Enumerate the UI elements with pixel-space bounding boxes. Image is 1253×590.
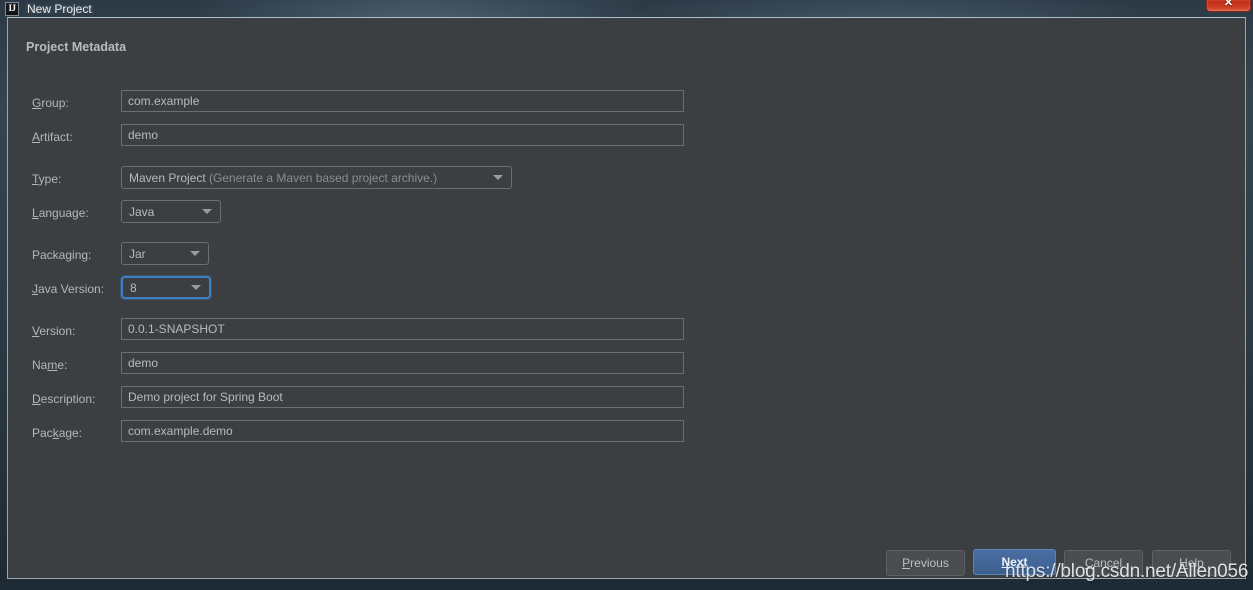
new-project-dialog: Project Metadata Group: com.example Artifa… [7, 17, 1246, 579]
package-value: com.example.demo [128, 424, 233, 438]
group-value: com.example [128, 94, 200, 108]
javaversion-selected-value: 8 [130, 280, 137, 295]
field-label-artifact: Artifact: [32, 130, 73, 144]
field-label-version: Version: [32, 324, 76, 338]
type-hint-text: (Generate a Maven based project archive.… [205, 170, 438, 185]
chevron-down-icon[interactable] [190, 251, 200, 256]
packaging-selected-value: Jar [129, 246, 146, 261]
language-selected-value: Java [129, 204, 155, 219]
version-input[interactable]: 0.0.1-SNAPSHOT [121, 318, 684, 340]
version-value: 0.0.1-SNAPSHOT [128, 322, 225, 336]
field-label-description: Description: [32, 392, 96, 406]
close-window-button[interactable]: ✕ [1206, 0, 1251, 12]
description-value: Demo project for Spring Boot [128, 390, 283, 404]
artifact-value: demo [128, 128, 159, 142]
csdn-watermark: https://blog.csdn.net/Allen056 [1005, 561, 1249, 582]
chevron-down-icon[interactable] [202, 209, 212, 214]
group-input[interactable]: com.example [121, 90, 684, 112]
intellij-idea-logo-icon: IJ [5, 1, 19, 16]
name-value: demo [128, 356, 159, 370]
field-label-javaversion: Java Version: [32, 282, 105, 296]
window-titlebar: IJ New Project ✕ [0, 0, 1253, 17]
page-title: Project Metadata [26, 40, 127, 54]
field-label-language: Language: [32, 206, 89, 220]
package-input[interactable]: com.example.demo [121, 420, 684, 442]
field-label-group: Group: [32, 96, 69, 110]
chevron-down-icon[interactable] [191, 285, 201, 290]
logo-text: IJ [8, 3, 16, 13]
field-label-name: Name: [32, 358, 68, 372]
field-label-type: Type: [32, 172, 62, 186]
type-selected-value: Maven Project (Generate a Maven based pr… [129, 170, 438, 185]
close-icon: ✕ [1223, 0, 1234, 9]
name-input[interactable]: demo [121, 352, 684, 374]
desktop-backdrop: IJ New Project ✕ Project Metadata Group:… [0, 0, 1253, 590]
field-label-packaging: Packaging: [32, 248, 92, 262]
packaging-dropdown[interactable]: Jar [121, 242, 209, 265]
previous-button[interactable]: Previous [886, 550, 965, 576]
description-input[interactable]: Demo project for Spring Boot [121, 386, 684, 408]
javaversion-dropdown[interactable]: 8 [121, 276, 211, 299]
field-label-package: Package: [32, 426, 83, 440]
window-title: New Project [27, 1, 92, 16]
language-dropdown[interactable]: Java [121, 200, 221, 223]
type-dropdown[interactable]: Maven Project (Generate a Maven based pr… [121, 166, 512, 189]
chevron-down-icon[interactable] [493, 175, 503, 180]
artifact-input[interactable]: demo [121, 124, 684, 146]
